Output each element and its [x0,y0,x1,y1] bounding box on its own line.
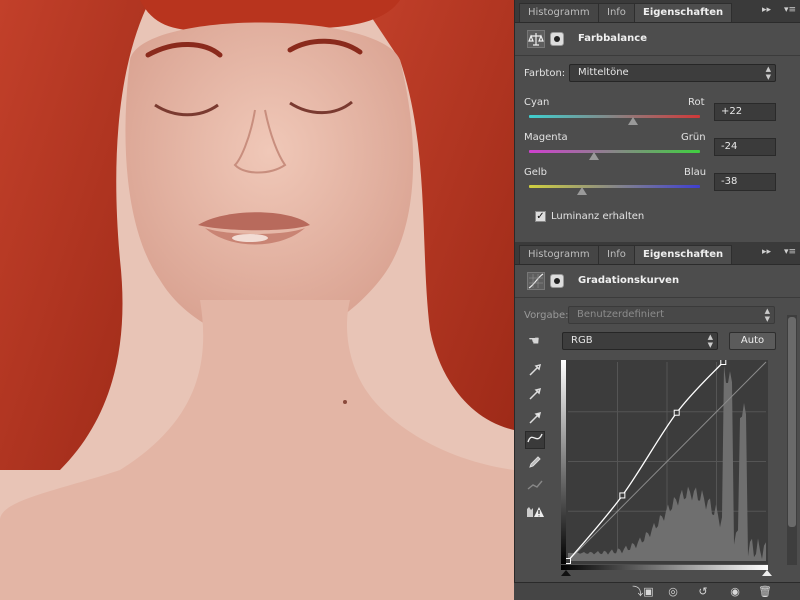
eyedropper-black-icon[interactable] [525,363,545,381]
select-arrows-icon: ▲ ▼ [764,307,770,323]
view-previous-state-icon[interactable]: ◎ [662,584,684,600]
collapse-icon[interactable]: ▸▸ [762,247,771,257]
layer-mask-icon[interactable] [550,32,564,46]
curves-graph[interactable] [561,360,768,564]
smooth-curve-icon[interactable] [525,479,545,497]
layer-mask-icon[interactable] [550,274,564,288]
channel-select[interactable]: RGB ▲ ▼ [562,332,718,350]
curve-point-tool-icon[interactable] [525,431,545,449]
tab-properties[interactable]: Eigenschaften [634,245,733,264]
clipping-warning-icon[interactable] [525,505,545,523]
panel-menu[interactable]: ▸▸ ▾≡ [762,247,796,257]
tone-label: Farbton: [524,68,566,79]
curve-control-point[interactable] [619,492,626,499]
black-point-slider[interactable] [561,570,571,576]
tab-properties[interactable]: Eigenschaften [634,3,733,22]
magenta-green-value[interactable]: -24 [714,138,776,156]
panel-footer: ⤵▣ ◎ ↺ ◉ 🗑 [514,582,800,600]
slider-left-label: Cyan [524,97,550,108]
slider-thumb[interactable] [577,187,587,195]
adjustment-title: Farbbalance [578,33,647,44]
portrait-photo [0,0,514,600]
magenta-green-slider[interactable] [529,150,700,153]
visibility-eye-icon[interactable]: ◉ [724,584,746,600]
eyedropper-white-icon[interactable] [525,411,545,429]
channel-select-value: RGB [571,335,593,346]
cyan-red-slider[interactable] [529,115,700,118]
slider-right-label: Blau [684,167,707,178]
panel-header: Farbbalance [515,23,800,56]
white-point-slider[interactable] [762,570,772,576]
preset-label: Vorgabe: [524,310,569,321]
preset-select-value: Benutzerdefiniert [577,309,665,320]
panel-menu[interactable]: ▸▸ ▾≡ [762,5,796,15]
panel-header: Gradationskurven [515,265,800,298]
tab-info[interactable]: Info [598,3,635,22]
yellow-blue-slider[interactable] [529,185,700,188]
auto-button[interactable]: Auto [729,332,776,350]
curve-control-point[interactable] [673,409,680,416]
collapse-icon[interactable]: ▸▸ [762,5,771,15]
hand-icon[interactable]: ☚ [523,333,545,351]
panel-tabbar: Histogramm Info Eigenschaften ▸▸ ▾≡ [515,0,800,23]
pencil-icon[interactable] [525,455,545,473]
luminance-label: Luminanz erhalten [551,211,645,222]
yellow-blue-value[interactable]: -38 [714,173,776,191]
balance-scale-icon [527,30,545,48]
curves-icon [527,272,545,290]
slider-thumb[interactable] [588,152,599,160]
trash-icon[interactable]: 🗑 [754,584,776,600]
tab-histogram[interactable]: Histogramm [519,245,599,264]
slider-left-label: Gelb [524,167,548,178]
reset-icon[interactable]: ↺ [692,584,714,600]
curve-control-point[interactable] [565,558,571,564]
tone-select[interactable]: Mitteltöne ▲ ▼ [569,64,776,82]
tone-select-value: Mitteltöne [578,67,629,78]
panel-menu-icon[interactable]: ▾≡ [784,5,796,15]
output-gradient-bar [561,565,768,570]
document-canvas[interactable] [0,0,514,600]
curve-control-point[interactable] [720,360,727,365]
slider-thumb[interactable] [628,117,639,125]
curve-graph-svg[interactable] [561,360,768,564]
slider-right-label: Grün [681,132,706,143]
cyan-red-value[interactable]: +22 [714,103,776,121]
panel-scrollbar[interactable] [787,315,797,565]
tab-histogram[interactable]: Histogramm [519,3,599,22]
panel-tabbar: Histogramm Info Eigenschaften ▸▸ ▾≡ [515,242,800,265]
input-gradient-bar [561,360,566,564]
preset-select[interactable]: Benutzerdefiniert ▲ ▼ [568,306,775,324]
select-arrows-icon: ▲ ▼ [765,65,771,81]
tab-info[interactable]: Info [598,245,635,264]
slider-left-label: Magenta [524,132,568,143]
panel-menu-icon[interactable]: ▾≡ [784,247,796,257]
slider-right-label: Rot [688,97,705,108]
select-arrows-icon: ▲ ▼ [707,333,713,349]
adjustment-title: Gradationskurven [578,275,680,286]
luminance-checkbox[interactable]: ✓ [535,211,546,222]
scrollbar-thumb[interactable] [788,317,796,527]
clip-to-layer-icon[interactable]: ⤵▣ [632,584,654,600]
properties-panel-color-balance: Histogramm Info Eigenschaften ▸▸ ▾≡ Farb… [514,0,800,242]
eyedropper-gray-icon[interactable] [525,387,545,405]
